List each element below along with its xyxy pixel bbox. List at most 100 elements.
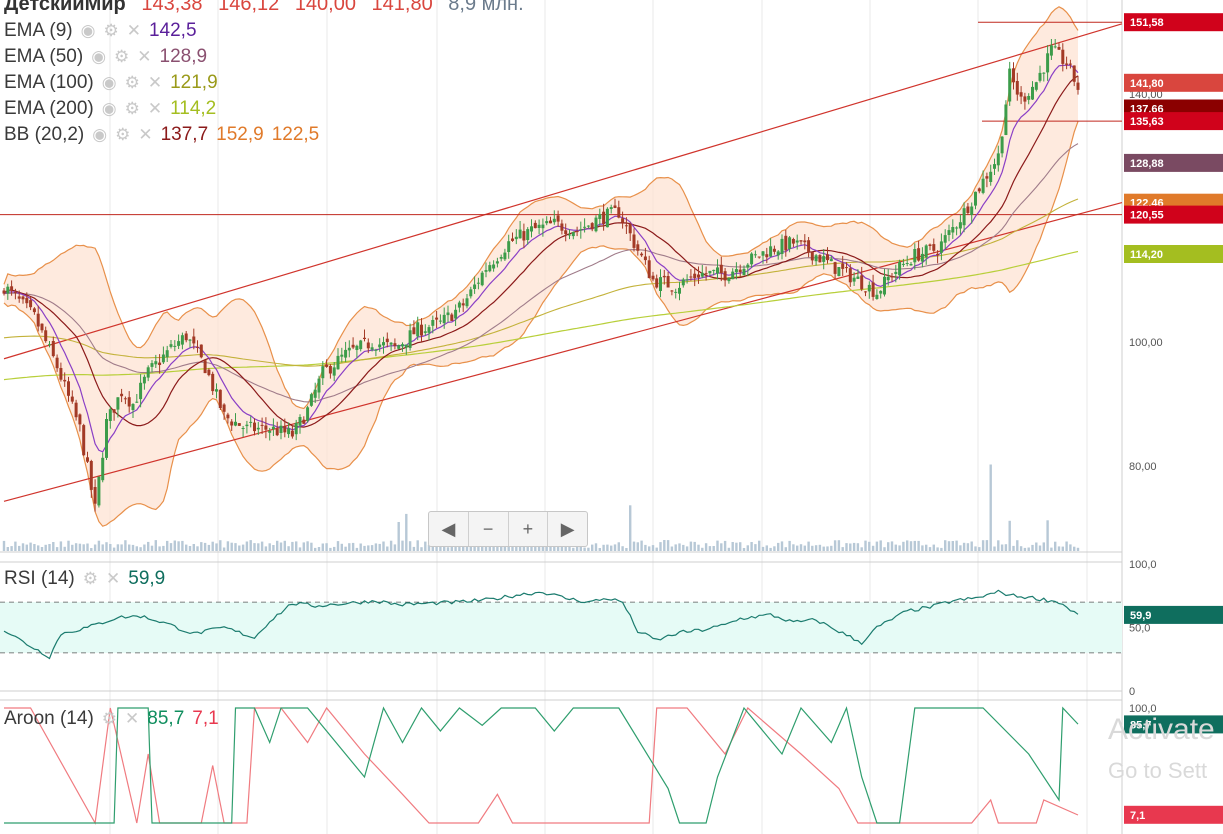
candle-body bbox=[393, 343, 397, 346]
candle-body bbox=[803, 240, 807, 243]
volume-bar bbox=[272, 545, 275, 551]
candle-body bbox=[738, 269, 742, 273]
zoom-in-button[interactable]: + bbox=[509, 512, 549, 546]
candle-body bbox=[298, 417, 302, 426]
volume-bar bbox=[833, 540, 837, 551]
candle-body bbox=[454, 309, 458, 319]
candle-body bbox=[518, 229, 522, 239]
volume-bar bbox=[139, 547, 142, 551]
close-icon[interactable]: ✕ bbox=[127, 18, 141, 44]
candle-body bbox=[165, 350, 169, 358]
close-icon[interactable]: ✕ bbox=[137, 44, 151, 70]
volume-bar bbox=[822, 546, 825, 551]
volume-bar bbox=[685, 546, 689, 551]
volume-bar bbox=[382, 541, 385, 551]
candle-body bbox=[765, 254, 769, 258]
volume-bar bbox=[317, 547, 321, 551]
gear-icon[interactable]: ⚙ bbox=[103, 18, 118, 44]
volume-bar bbox=[754, 544, 757, 551]
volume-bar bbox=[446, 547, 450, 551]
volume-bar bbox=[837, 540, 841, 551]
candle-body bbox=[602, 211, 606, 224]
candle-body bbox=[488, 265, 492, 272]
eye-icon[interactable]: ◉ bbox=[91, 44, 106, 70]
volume-bar bbox=[1076, 547, 1080, 551]
candle-body bbox=[841, 263, 845, 269]
candle-body bbox=[279, 425, 283, 433]
candle-body bbox=[17, 296, 21, 299]
candle-body bbox=[309, 394, 313, 406]
candle-body bbox=[753, 254, 757, 256]
candle-body bbox=[48, 344, 51, 346]
candle-body bbox=[814, 255, 818, 262]
price-tag-label: 59,9 bbox=[1130, 610, 1151, 622]
volume-bar bbox=[606, 544, 609, 551]
gear-icon[interactable]: ⚙ bbox=[125, 70, 140, 96]
close-icon[interactable]: ✕ bbox=[125, 706, 139, 732]
gear-icon[interactable]: ⚙ bbox=[125, 96, 140, 122]
candle-body bbox=[700, 272, 704, 277]
eye-icon[interactable]: ◉ bbox=[81, 18, 96, 44]
candle-body bbox=[1015, 81, 1019, 95]
volume-bar bbox=[268, 543, 271, 551]
candle-body bbox=[89, 461, 93, 490]
candle-body bbox=[697, 274, 700, 278]
candle-body bbox=[438, 320, 442, 322]
candle-body bbox=[685, 279, 689, 281]
candle-body bbox=[127, 397, 131, 407]
candle-body bbox=[116, 397, 120, 410]
scroll-left-button[interactable]: ◀ bbox=[429, 512, 469, 546]
candle-body bbox=[427, 327, 431, 333]
volume-bar bbox=[674, 544, 677, 551]
volume-bar bbox=[598, 548, 601, 551]
gear-icon[interactable]: ⚙ bbox=[83, 566, 98, 592]
eye-icon[interactable]: ◉ bbox=[92, 122, 107, 148]
volume-bar bbox=[761, 546, 765, 551]
volume-bar bbox=[1065, 541, 1068, 551]
close-icon[interactable]: ✕ bbox=[106, 566, 120, 592]
scroll-right-button[interactable]: ▶ bbox=[548, 512, 587, 546]
volume-bar bbox=[784, 547, 787, 551]
candle-body bbox=[659, 277, 662, 291]
volume-bar bbox=[693, 541, 696, 551]
zoom-out-button[interactable]: − bbox=[469, 512, 509, 546]
candle-body bbox=[621, 218, 625, 223]
gear-icon[interactable]: ⚙ bbox=[102, 706, 117, 732]
volume-bar bbox=[291, 541, 294, 551]
gear-icon[interactable]: ⚙ bbox=[115, 122, 130, 148]
volume-bar bbox=[997, 540, 1000, 551]
volume-bar bbox=[864, 540, 867, 551]
candle-body bbox=[670, 290, 674, 292]
volume-bar bbox=[712, 546, 715, 551]
volume-bar bbox=[678, 543, 681, 551]
volume-bar bbox=[306, 541, 309, 551]
candle-body bbox=[879, 290, 883, 294]
volume-bar bbox=[648, 546, 651, 551]
candle-body bbox=[260, 424, 264, 426]
gear-icon[interactable]: ⚙ bbox=[114, 44, 129, 70]
low-value: 140,00 bbox=[294, 0, 356, 15]
candle-body bbox=[655, 278, 659, 288]
volume-bar bbox=[909, 541, 913, 551]
volume-bar bbox=[807, 541, 810, 551]
volume-bar bbox=[128, 544, 131, 551]
candle-body bbox=[218, 389, 222, 408]
volume-bar bbox=[898, 545, 901, 551]
eye-icon[interactable]: ◉ bbox=[102, 70, 117, 96]
candle-body bbox=[457, 302, 461, 308]
volume-bar bbox=[279, 542, 283, 551]
candle-body bbox=[253, 422, 256, 432]
close-icon[interactable]: ✕ bbox=[148, 96, 162, 122]
volume-bar bbox=[234, 543, 237, 551]
close-icon[interactable]: ✕ bbox=[138, 122, 152, 148]
candle-body bbox=[727, 277, 731, 282]
close-icon[interactable]: ✕ bbox=[148, 70, 162, 96]
candle-body bbox=[154, 361, 158, 365]
eye-icon[interactable]: ◉ bbox=[102, 96, 117, 122]
volume-bar bbox=[572, 547, 575, 551]
candle-body bbox=[363, 337, 366, 339]
volume-bar bbox=[1073, 546, 1076, 551]
candle-body bbox=[932, 244, 936, 251]
candle-body bbox=[492, 264, 496, 269]
candle-body bbox=[234, 421, 237, 426]
